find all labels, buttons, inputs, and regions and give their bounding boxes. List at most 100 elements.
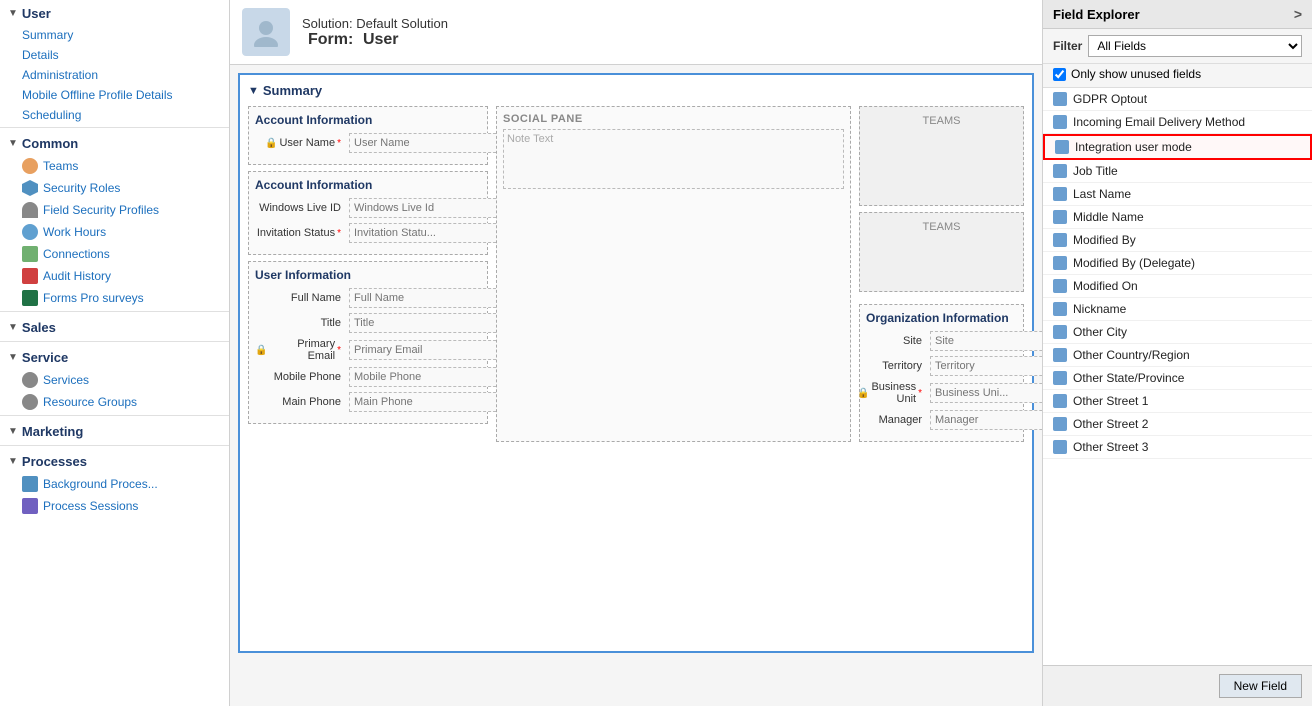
field-item-label: Last Name bbox=[1073, 187, 1131, 201]
field-item-other-country[interactable]: Other Country/Region bbox=[1043, 344, 1312, 367]
field-item-modified-on[interactable]: Modified On bbox=[1043, 275, 1312, 298]
field-explorer-panel: Field Explorer > Filter All Fields Only … bbox=[1042, 0, 1312, 706]
processes-section: ▼ Processes Background Proces... Process… bbox=[0, 448, 229, 517]
field-item-other-street3[interactable]: Other Street 3 bbox=[1043, 436, 1312, 459]
form-name: User bbox=[363, 31, 399, 48]
field-item-other-city[interactable]: Other City bbox=[1043, 321, 1312, 344]
sidebar-item-work-hours[interactable]: Work Hours bbox=[0, 221, 229, 243]
field-item-nickname[interactable]: Nickname bbox=[1043, 298, 1312, 321]
sidebar-item-resource-groups[interactable]: Resource Groups bbox=[0, 391, 229, 413]
windows-live-label: Windows Live ID bbox=[255, 202, 345, 214]
field-item-middle-name[interactable]: Middle Name bbox=[1043, 206, 1312, 229]
business-unit-field-row: 🔒 Business Unit * bbox=[866, 381, 1017, 405]
manager-input[interactable] bbox=[930, 410, 1042, 430]
account-info2-title: Account Information bbox=[255, 178, 481, 192]
sidebar-item-teams[interactable]: Teams bbox=[0, 155, 229, 177]
new-field-button[interactable]: New Field bbox=[1219, 674, 1302, 698]
site-input[interactable] bbox=[930, 331, 1042, 351]
key-icon bbox=[22, 202, 38, 218]
unused-fields-checkbox[interactable] bbox=[1053, 68, 1066, 81]
field-item-label: Other City bbox=[1073, 325, 1127, 339]
field-item-label: Other Street 2 bbox=[1073, 417, 1148, 431]
manager-field-row: Manager bbox=[866, 410, 1017, 430]
sidebar-item-field-security[interactable]: Field Security Profiles bbox=[0, 199, 229, 221]
sidebar-item-process-sessions[interactable]: Process Sessions bbox=[0, 495, 229, 517]
sidebar-item-services[interactable]: Services bbox=[0, 369, 229, 391]
service-section-header: ▼ Service bbox=[0, 344, 229, 369]
sidebar-item-details[interactable]: Details bbox=[0, 45, 229, 65]
invitation-status-input[interactable] bbox=[349, 223, 501, 243]
sidebar-item-label: Mobile Offline Profile Details bbox=[22, 88, 173, 102]
sidebar-item-label: Teams bbox=[43, 159, 78, 173]
windows-live-input[interactable] bbox=[349, 198, 501, 218]
field-item-modified-by-delegate[interactable]: Modified By (Delegate) bbox=[1043, 252, 1312, 275]
field-item-modified-by[interactable]: Modified By bbox=[1043, 229, 1312, 252]
primary-email-input[interactable] bbox=[349, 340, 501, 360]
org-info-section: Organization Information Site Territory bbox=[859, 304, 1024, 442]
field-item-incoming-email[interactable]: Incoming Email Delivery Method bbox=[1043, 111, 1312, 134]
field-item-label: Other Street 3 bbox=[1073, 440, 1148, 454]
sidebar-item-label: Scheduling bbox=[22, 108, 81, 122]
field-item-other-state[interactable]: Other State/Province bbox=[1043, 367, 1312, 390]
form-prefix: Form: bbox=[308, 31, 353, 48]
user-name-field-row: 🔒 User Name * bbox=[255, 133, 481, 153]
field-item-last-name[interactable]: Last Name bbox=[1043, 183, 1312, 206]
main-phone-input[interactable] bbox=[349, 392, 501, 412]
filter-select[interactable]: All Fields bbox=[1088, 35, 1302, 57]
sidebar-item-administration[interactable]: Administration bbox=[0, 65, 229, 85]
field-item-icon bbox=[1053, 394, 1067, 408]
field-item-other-street1[interactable]: Other Street 1 bbox=[1043, 390, 1312, 413]
main-phone-label: Main Phone bbox=[255, 396, 345, 408]
field-explorer-footer: New Field bbox=[1043, 665, 1312, 706]
sidebar-item-background-process[interactable]: Background Proces... bbox=[0, 473, 229, 495]
processes-section-label: Processes bbox=[22, 454, 87, 469]
sidebar-item-scheduling[interactable]: Scheduling bbox=[0, 105, 229, 125]
full-name-input[interactable] bbox=[349, 288, 501, 308]
user-name-input[interactable] bbox=[349, 133, 501, 153]
field-item-other-street2[interactable]: Other Street 2 bbox=[1043, 413, 1312, 436]
field-item-integration-user[interactable]: Integration user mode bbox=[1043, 134, 1312, 160]
sidebar-item-security-roles[interactable]: Security Roles bbox=[0, 177, 229, 199]
header-text: Solution: Default Solution Form: User bbox=[302, 16, 448, 49]
invitation-status-label: Invitation Status * bbox=[255, 227, 345, 239]
note-text-placeholder: Note Text bbox=[507, 133, 553, 145]
summary-label: Summary bbox=[263, 83, 322, 98]
teams-bottom: TEAMS bbox=[859, 212, 1024, 292]
sidebar-item-summary[interactable]: Summary bbox=[0, 25, 229, 45]
field-item-icon bbox=[1053, 302, 1067, 316]
sidebar-item-mobile-offline[interactable]: Mobile Offline Profile Details bbox=[0, 85, 229, 105]
field-item-gdpr[interactable]: GDPR Optout bbox=[1043, 88, 1312, 111]
user-section-label: User bbox=[22, 6, 51, 21]
shield-icon bbox=[22, 180, 38, 196]
common-section-header: ▼ Common bbox=[0, 130, 229, 155]
sidebar-item-label: Services bbox=[43, 373, 89, 387]
mobile-phone-input[interactable] bbox=[349, 367, 501, 387]
form-header: Solution: Default Solution Form: User bbox=[230, 0, 1042, 65]
field-item-icon bbox=[1053, 279, 1067, 293]
social-pane-title: SOCIAL PANE bbox=[503, 113, 844, 125]
summary-grid: Account Information 🔒 User Name * A bbox=[248, 106, 1024, 442]
business-unit-label: 🔒 Business Unit * bbox=[866, 381, 926, 405]
filter-label: Filter bbox=[1053, 39, 1082, 53]
sidebar-item-connections[interactable]: Connections bbox=[0, 243, 229, 265]
sidebar-item-forms-pro[interactable]: Forms Pro surveys bbox=[0, 287, 229, 309]
field-item-job-title[interactable]: Job Title bbox=[1043, 160, 1312, 183]
title-input[interactable] bbox=[349, 313, 501, 333]
sidebar-item-audit-history[interactable]: Audit History bbox=[0, 265, 229, 287]
territory-input[interactable] bbox=[930, 356, 1042, 376]
left-column: Account Information 🔒 User Name * A bbox=[248, 106, 488, 442]
business-unit-input[interactable] bbox=[930, 383, 1042, 403]
manager-label: Manager bbox=[866, 414, 926, 426]
field-explorer-expand[interactable]: > bbox=[1294, 6, 1302, 22]
processes-section-header: ▼ Processes bbox=[0, 448, 229, 473]
field-item-label: Job Title bbox=[1073, 164, 1118, 178]
divider bbox=[0, 127, 229, 128]
site-field-row: Site bbox=[866, 331, 1017, 351]
sidebar-item-label: Field Security Profiles bbox=[43, 203, 159, 217]
sidebar-item-label: Administration bbox=[22, 68, 98, 82]
full-name-field-row: Full Name bbox=[255, 288, 481, 308]
field-item-label: Modified By bbox=[1073, 233, 1136, 247]
form-label: Form: User bbox=[302, 31, 448, 49]
filter-row: Filter All Fields bbox=[1043, 29, 1312, 64]
field-item-icon bbox=[1053, 348, 1067, 362]
